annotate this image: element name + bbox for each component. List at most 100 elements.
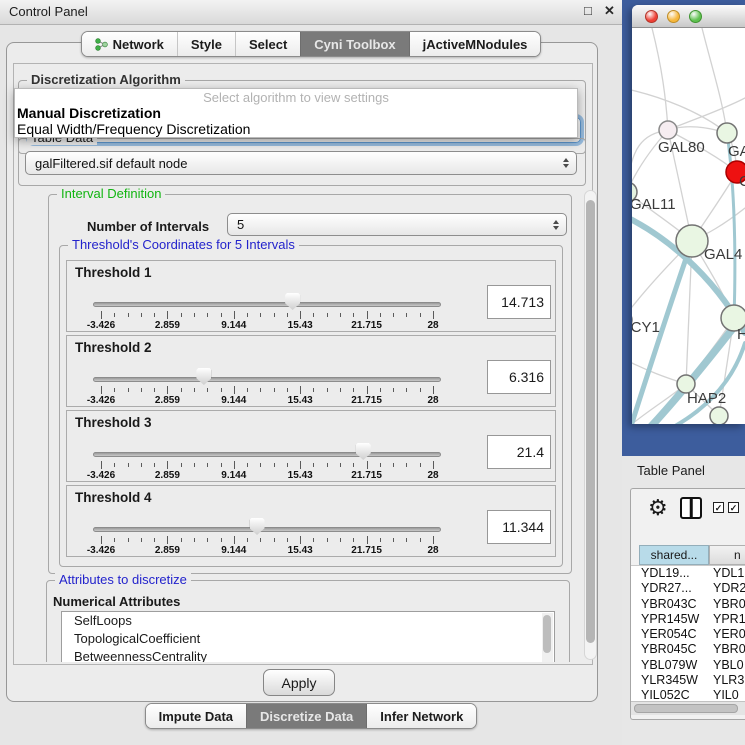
slider-ticks (101, 536, 433, 545)
table-row[interactable]: YIL052CYIL0 (631, 688, 745, 702)
network-node[interactable] (659, 121, 677, 139)
algorithm-option[interactable]: Equal Width/Frequency Discretization (15, 121, 577, 137)
threshold-value-field[interactable]: 11.344 (487, 510, 551, 544)
float-window-icon[interactable]: □ (584, 3, 592, 18)
bottom-tab-group: Impute DataDiscretize DataInfer Network (145, 703, 478, 729)
tick-mark (393, 388, 394, 392)
tick-mark (194, 463, 195, 467)
algorithm-dropdown-popup: Select algorithm to view settings Manual… (14, 88, 578, 138)
scrollbar-thumb[interactable] (634, 704, 738, 713)
tick-mark (101, 311, 102, 319)
tick-mark (154, 388, 155, 392)
tab-network[interactable]: Network (82, 32, 177, 56)
tab-select[interactable]: Select (235, 32, 300, 56)
combo-arrows-icon (553, 220, 559, 230)
slider-thumb[interactable] (285, 293, 300, 310)
tick-mark (114, 313, 115, 317)
scrollbar-thumb[interactable] (586, 200, 595, 643)
tick-mark (420, 388, 421, 392)
tab-jactivemnodules[interactable]: jActiveMNodules (409, 32, 541, 56)
cell-name: YDR2 (713, 581, 745, 595)
column-header-name[interactable]: n (709, 545, 745, 565)
slider-thumb[interactable] (250, 518, 265, 535)
slider-track[interactable] (93, 302, 441, 307)
network-canvas[interactable]: GAL80GACGAL11GAL4GCY1HHAP2 (632, 28, 745, 424)
attribute-list-item[interactable]: TopologicalCoefficient (62, 630, 554, 648)
close-button[interactable] (645, 10, 658, 23)
settings-vertical-scrollbar[interactable] (584, 190, 597, 660)
network-node-label: HAP2 (687, 390, 726, 407)
threshold-value-field[interactable]: 21.4 (487, 435, 551, 469)
tab-style[interactable]: Style (177, 32, 235, 56)
screenshot-root: Control Panel □ ✕ NetworkStyleSelectCyni… (0, 0, 745, 745)
network-edge[interactable] (652, 28, 668, 130)
slider-tick-labels: -3.4262.8599.14415.4321.71528 (101, 545, 433, 557)
tab-cyni-toolbox[interactable]: Cyni Toolbox (300, 32, 408, 56)
tick-label: 21.715 (342, 545, 392, 556)
tab-impute-data[interactable]: Impute Data (146, 704, 246, 728)
network-edge[interactable] (632, 88, 727, 133)
gear-icon[interactable]: ⚙ (648, 493, 668, 523)
tick-label: 9.144 (209, 470, 259, 481)
table-row[interactable]: YBR043CYBR0 (631, 597, 745, 612)
table-row[interactable]: YDL19...YDL1 (631, 566, 745, 581)
attribute-list-item[interactable]: SelfLoops (62, 612, 554, 630)
table-row[interactable]: YBL079WYBL0 (631, 658, 745, 673)
table-row[interactable]: YDR27...YDR2 (631, 581, 745, 596)
split-pane-icon[interactable] (680, 497, 702, 519)
minimize-button[interactable] (667, 10, 680, 23)
slider-track[interactable] (93, 377, 441, 382)
table-panel-title: Table Panel (637, 463, 705, 478)
slider-track[interactable] (93, 527, 441, 532)
checkbox-icon[interactable]: ✓ (713, 502, 724, 513)
slider-thumb[interactable] (196, 368, 211, 385)
apply-button[interactable]: Apply (263, 669, 335, 696)
tick-mark (234, 386, 235, 394)
cell-name: YBR0 (713, 642, 745, 656)
numerical-attributes-label: Numerical Attributes (53, 594, 180, 609)
num-intervals-combobox[interactable]: 5 (227, 213, 567, 236)
slider-track[interactable] (93, 452, 441, 457)
numerical-attributes-list[interactable]: SelfLoopsTopologicalCoefficientBetweenne… (61, 611, 555, 662)
tick-label: 15.43 (275, 470, 325, 481)
threshold-value-field[interactable]: 6.316 (487, 360, 551, 394)
tick-label: 15.43 (275, 545, 325, 556)
tick-mark (367, 461, 368, 469)
threshold-value-field[interactable]: 14.713 (487, 285, 551, 319)
table-row[interactable]: YPR145WYPR1 (631, 612, 745, 627)
table-row[interactable]: YBR045CYBR0 (631, 642, 745, 657)
tab-infer-network[interactable]: Infer Network (366, 704, 476, 728)
algorithm-option[interactable]: Manual Discretization (15, 105, 577, 121)
table-data-combobox-value: galFiltered.sif default node (35, 156, 187, 171)
attributes-list-scrollbar[interactable] (542, 613, 553, 662)
control-panel-titlebar: Control Panel □ ✕ (0, 0, 622, 25)
network-edge[interactable] (702, 28, 727, 133)
table-horizontal-scrollbar[interactable] (631, 701, 745, 715)
close-window-icon[interactable]: ✕ (604, 3, 615, 19)
tick-mark (247, 538, 248, 542)
tick-label: 2.859 (142, 470, 192, 481)
table-row[interactable]: YER054CYER0 (631, 627, 745, 642)
slider-thumb[interactable] (356, 443, 371, 460)
checkbox-icon[interactable]: ✓ (728, 502, 739, 513)
algorithm-placeholder: Select algorithm to view settings (15, 89, 577, 105)
tick-mark (247, 388, 248, 392)
tick-mark (154, 463, 155, 467)
scrollbar-thumb[interactable] (543, 615, 551, 653)
column-header-shared-name[interactable]: shared... (639, 545, 709, 565)
tick-mark (367, 311, 368, 319)
cell-name: YLR3 (713, 673, 744, 687)
attribute-list-item[interactable]: BetweennessCentrality (62, 648, 554, 662)
zoom-button[interactable] (689, 10, 702, 23)
tick-mark (367, 536, 368, 544)
tick-mark (406, 463, 407, 467)
tab-discretize-data[interactable]: Discretize Data (246, 704, 366, 728)
network-node[interactable] (710, 407, 728, 424)
network-node[interactable] (717, 123, 737, 143)
table-row[interactable]: YLR345WYLR3 (631, 673, 745, 688)
tick-mark (141, 538, 142, 542)
network-node-label: GAL80 (658, 139, 705, 156)
tick-mark (327, 463, 328, 467)
tick-mark (433, 311, 434, 319)
table-data-combobox[interactable]: galFiltered.sif default node (25, 151, 577, 175)
